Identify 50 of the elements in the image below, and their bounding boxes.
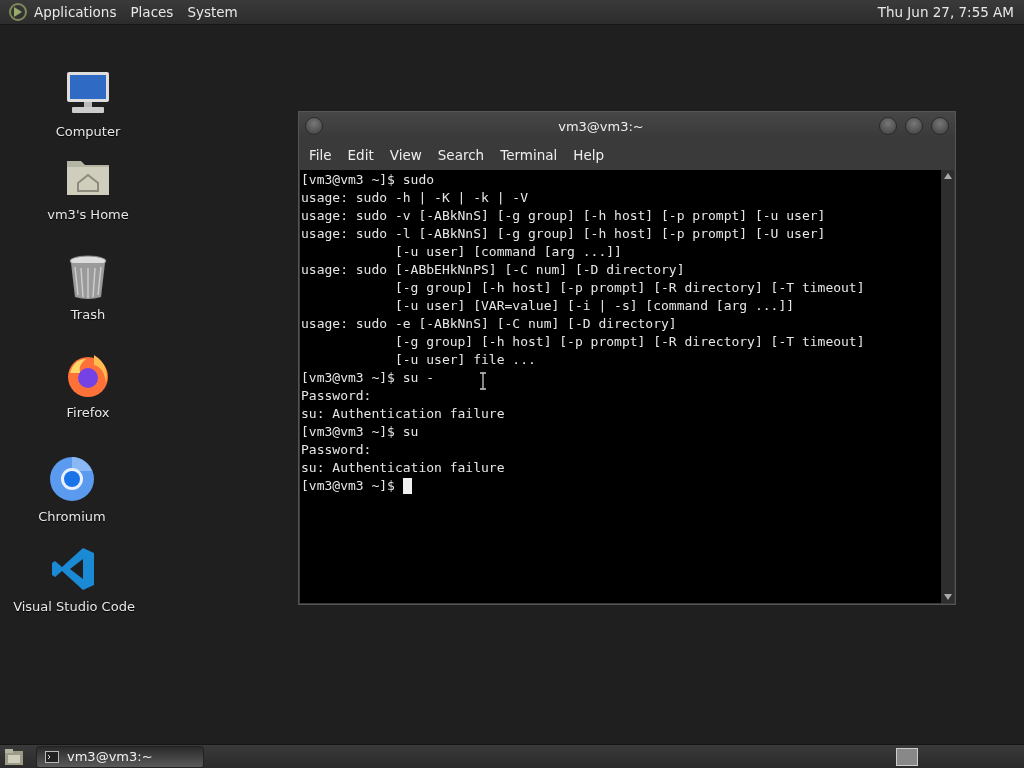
desktop-icon-label[interactable]: Chromium [38, 509, 106, 524]
terminal-line: Password: [301, 441, 372, 459]
terminal-line: [-g group] [-h host] [-p prompt] [-R directory] [-T timeout] [393, 279, 865, 297]
panel-menu[interactable]: Places [128, 4, 182, 20]
terminal-line: [-u user] [command [arg ...]] [393, 243, 622, 261]
terminal-line: [-u user] [VAR=value] [-i | -s] [command [arg ...]] [393, 297, 795, 315]
terminal-line: [-u user] file ... [393, 351, 536, 369]
terminal-line: [vm3@vm3 ~]$ su - [301, 369, 435, 387]
terminal-line: usage: sudo -e [-ABkNnS] [-C num] [-D directory] [301, 315, 677, 333]
menu-item[interactable]: Search [429, 144, 493, 166]
terminal-line: su: Authentication failure [301, 459, 505, 477]
terminal-line: [vm3@vm3 ~]$ sudo [301, 171, 435, 189]
text-cursor [402, 478, 412, 494]
terminal-line: su: Authentication failure [301, 405, 505, 423]
menu-item[interactable]: Terminal [492, 144, 566, 166]
show-desktop-icon [4, 747, 24, 766]
menu-item[interactable]: Help [565, 144, 613, 166]
menu-item[interactable]: Edit [339, 144, 382, 166]
maximize-button[interactable] [905, 117, 923, 135]
terminal-line: usage: sudo -v [-ABkNnS] [-g group] [-h host] [-p prompt] [-u user] [301, 207, 826, 225]
terminal-line: [-g group] [-h host] [-p prompt] [-R directory] [-T timeout] [393, 333, 865, 351]
i-beam-pointer-icon [479, 372, 487, 390]
terminal-line: usage: sudo -l [-ABkNnS] [-g group] [-h host] [-p prompt] [-U user] [301, 225, 826, 243]
terminal-line: usage: sudo [-ABbEHkNnPS] [-C num] [-D directory] [301, 261, 685, 279]
taskbar-button[interactable]: vm3@vm3:~ [36, 745, 204, 768]
desktop-icon-label[interactable]: Visual Studio Code [13, 599, 135, 614]
terminal-icon [45, 750, 59, 763]
terminal-line: [vm3@vm3 ~]$ su [301, 423, 419, 441]
scroll-up-icon [943, 173, 952, 179]
workspace-switcher[interactable] [896, 747, 918, 766]
terminal-line: usage: sudo -h | -K | -k | -V [301, 189, 528, 207]
window-title: vm3@vm3:~ [557, 118, 645, 134]
window-menu-button[interactable] [305, 117, 323, 135]
ring-circle-icon [48, 455, 96, 503]
terminal-line: [vm3@vm3 ~]$ [301, 477, 395, 495]
scrollbar[interactable] [941, 170, 954, 603]
close-button[interactable] [931, 117, 949, 135]
clock[interactable]: Thu Jun 27, 7:55 AM [877, 4, 1016, 20]
terminal-line: Password: [301, 387, 372, 405]
menu-item[interactable]: File [301, 144, 340, 166]
foot-logo-icon [8, 2, 28, 22]
panel-menu[interactable]: Applications [32, 4, 125, 20]
desktop-icon-label[interactable]: vm3's Home [47, 207, 129, 222]
desktop-icon-label[interactable]: Firefox [66, 405, 110, 420]
desktop-icon-label[interactable]: Computer [55, 124, 121, 139]
scroll-down-icon [943, 594, 952, 600]
desktop-icon-label[interactable]: Trash [70, 307, 106, 322]
menu-item[interactable]: View [381, 144, 430, 166]
minimize-button[interactable] [879, 117, 897, 135]
panel-menu[interactable]: System [185, 4, 246, 20]
